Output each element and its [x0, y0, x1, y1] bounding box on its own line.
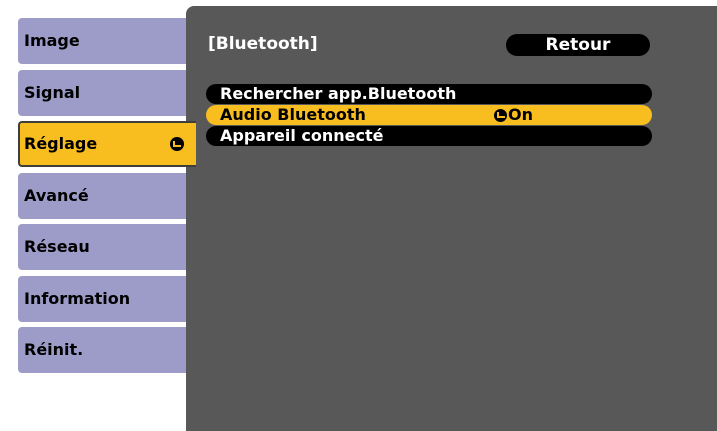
- panel-title: [Bluetooth]: [208, 34, 318, 54]
- check-icon: [494, 108, 507, 122]
- option-connected-device[interactable]: Appareil connecté: [206, 126, 652, 146]
- side-menu: Image Signal Réglage Avancé Réseau Infor…: [18, 18, 196, 378]
- option-label: Rechercher app.Bluetooth: [220, 84, 457, 103]
- menu-tab-label: Réseau: [24, 237, 90, 256]
- enter-icon: [170, 137, 184, 151]
- menu-tab-signal[interactable]: Signal: [18, 70, 190, 116]
- menu-tab-image[interactable]: Image: [18, 18, 190, 64]
- option-label: Audio Bluetooth: [220, 105, 366, 124]
- option-bluetooth-audio[interactable]: Audio Bluetooth On: [206, 105, 652, 125]
- menu-tab-reinit[interactable]: Réinit.: [18, 327, 190, 373]
- option-value: On: [494, 105, 533, 125]
- menu-tab-label: Information: [24, 289, 131, 308]
- menu-tab-label: Avancé: [24, 186, 89, 205]
- menu-tab-label: Signal: [24, 83, 81, 102]
- menu-tab-label: Réglage: [24, 134, 98, 153]
- option-value-text: On: [508, 105, 533, 124]
- settings-panel: [Bluetooth] Retour Rechercher app.Blueto…: [186, 6, 717, 431]
- menu-tab-reseau[interactable]: Réseau: [18, 224, 190, 270]
- options-list: Rechercher app.Bluetooth Audio Bluetooth…: [206, 84, 652, 147]
- menu-tab-reglage[interactable]: Réglage: [18, 121, 196, 167]
- option-search-bluetooth-app[interactable]: Rechercher app.Bluetooth: [206, 84, 652, 104]
- menu-tab-label: Réinit.: [24, 340, 84, 359]
- menu-tab-avance[interactable]: Avancé: [18, 173, 190, 219]
- menu-tab-information[interactable]: Information: [18, 276, 190, 322]
- menu-tab-label: Image: [24, 31, 80, 50]
- option-label: Appareil connecté: [220, 126, 384, 145]
- back-button[interactable]: Retour: [506, 34, 650, 56]
